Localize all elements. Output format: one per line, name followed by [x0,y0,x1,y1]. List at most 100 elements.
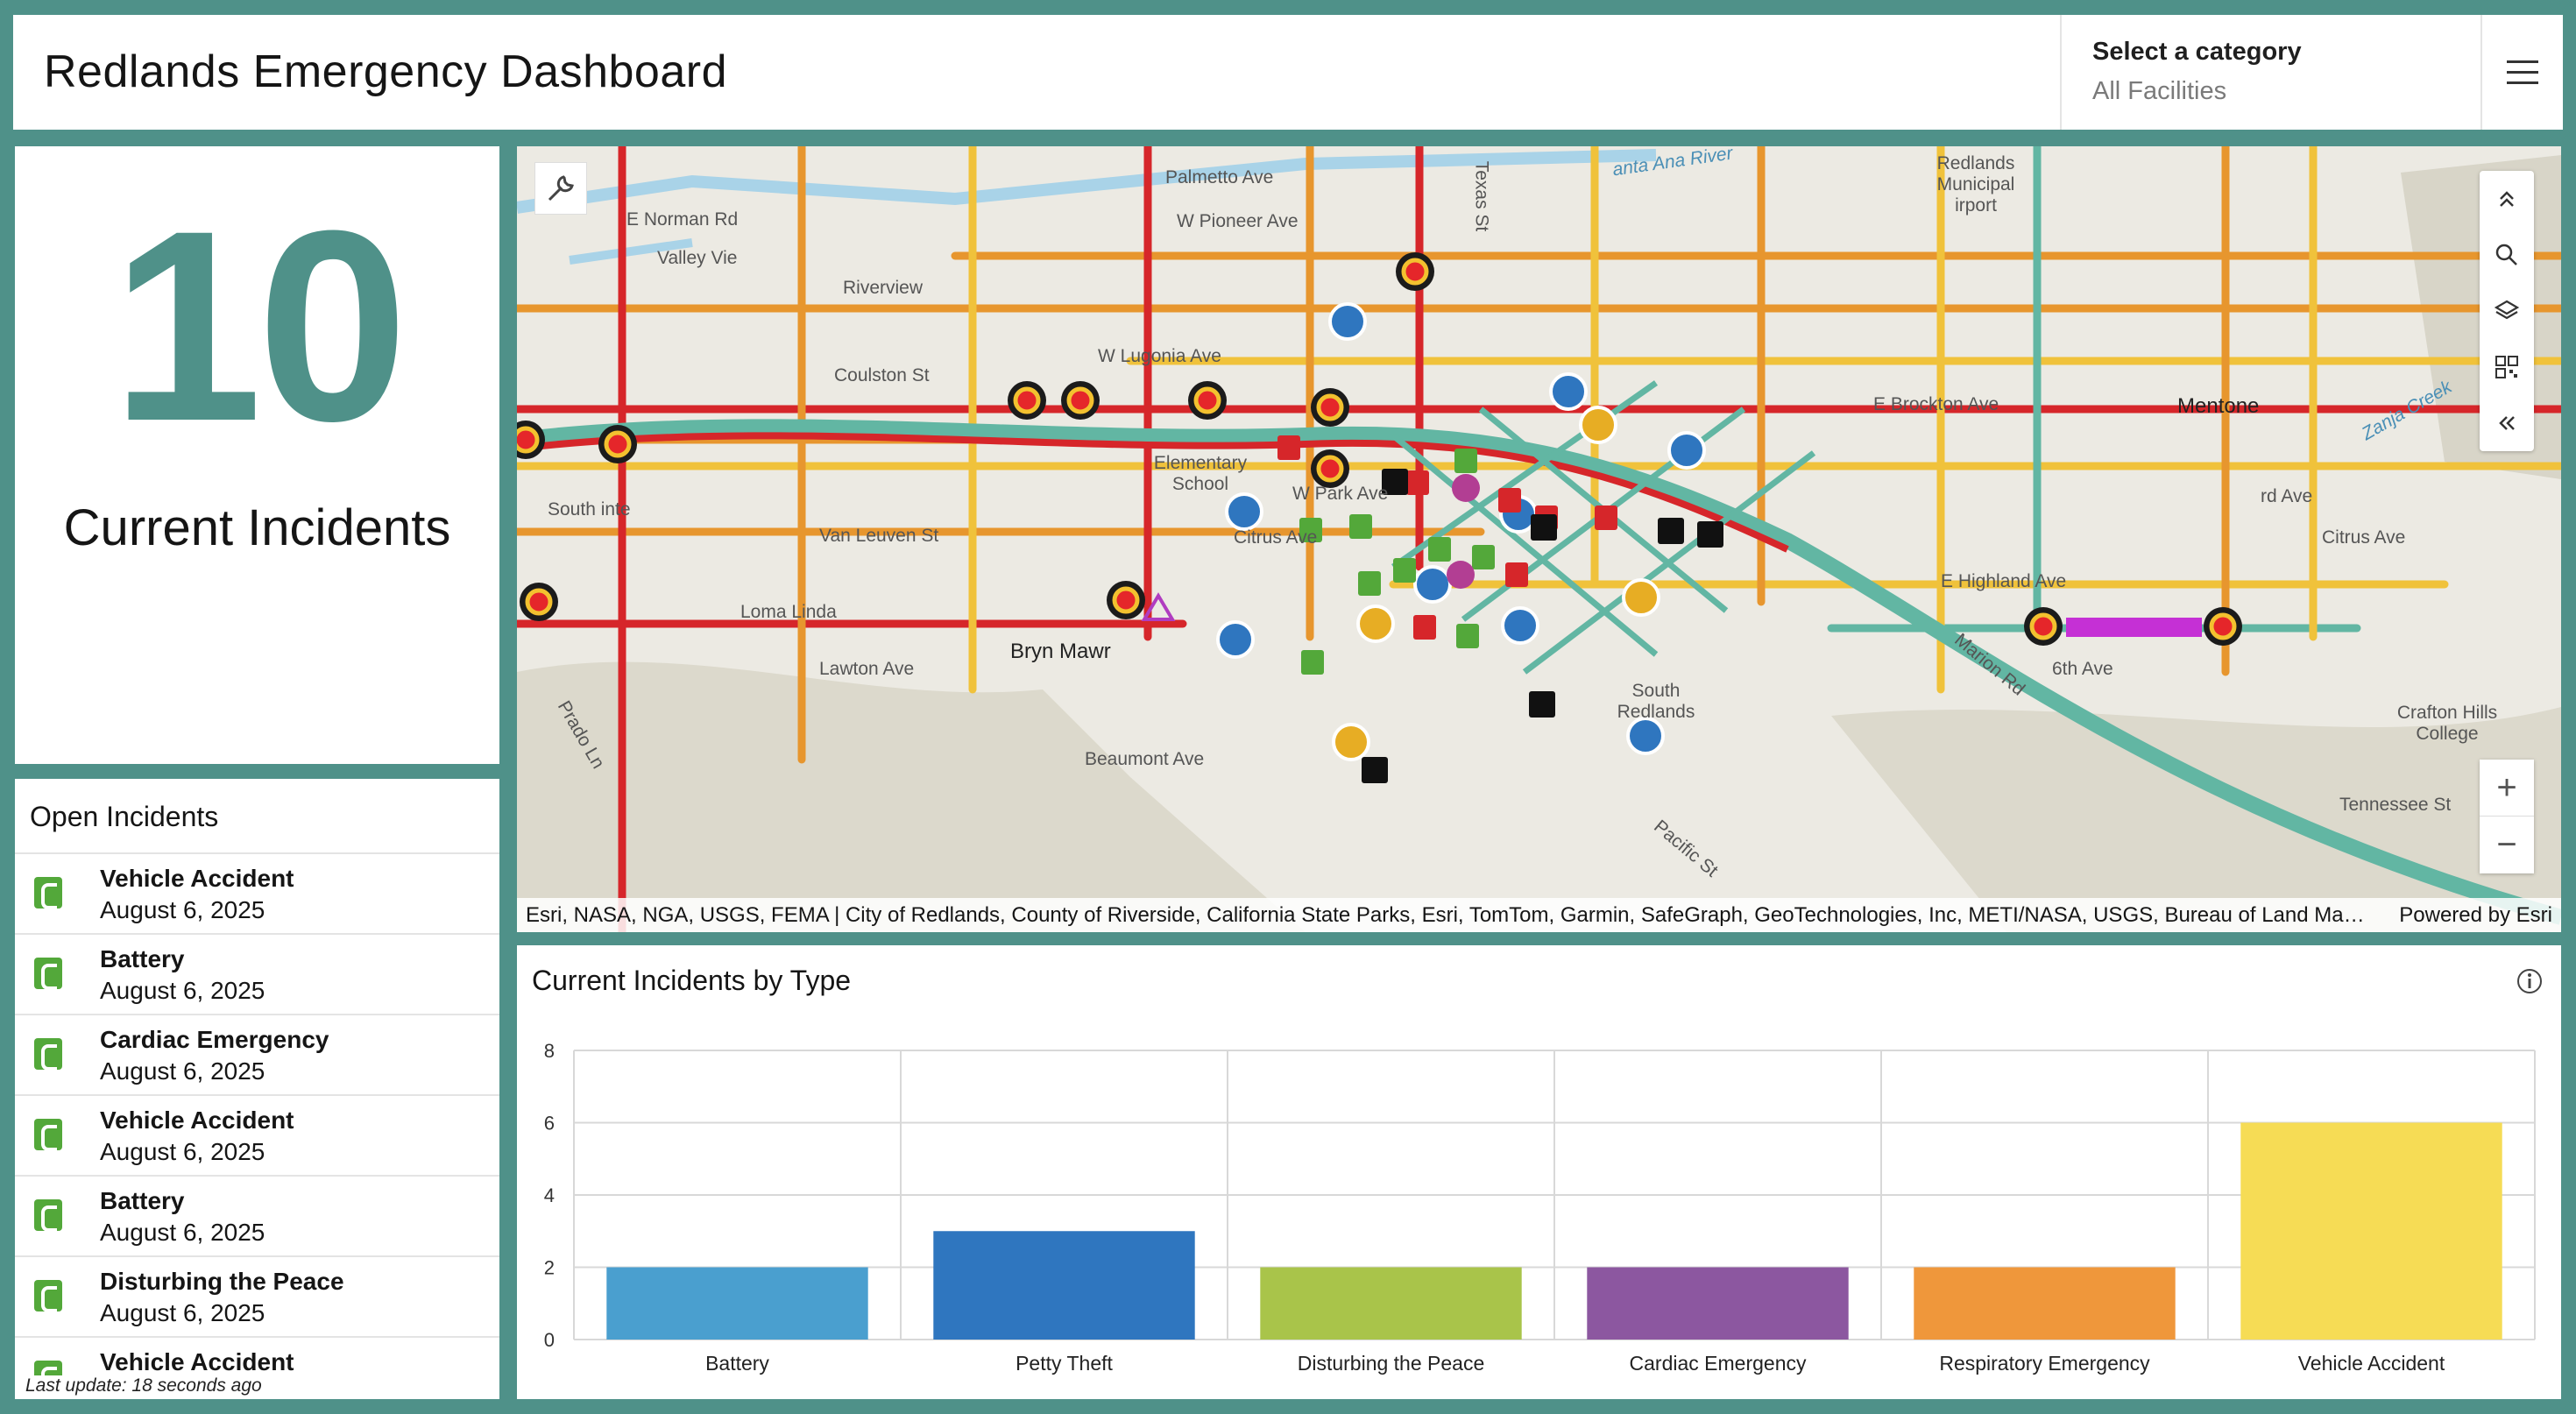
zoom-out-button[interactable]: − [2480,817,2534,873]
incident-count-label: Current Incidents [63,499,451,556]
bar[interactable] [606,1267,868,1340]
x-tick-label: Vehicle Accident [2298,1352,2445,1375]
y-tick-label: 4 [544,1184,555,1206]
zoom-in-button[interactable]: + [2480,760,2534,817]
map-tools-button[interactable] [534,162,587,215]
bar[interactable] [933,1231,1195,1340]
bar-chart: 0 2 4 6 8 Battery Petty Theft Disturbing the Pe… [544,1040,2536,1375]
qr-code-button[interactable] [2480,339,2534,395]
incident-type: Battery [100,1187,185,1214]
map-label: W Pioneer Ave [1177,211,1299,231]
map-label: Citrus Ave [1234,527,1318,548]
open-incidents-list: Open Incidents Vehicle Accident August 6,… [15,779,499,1399]
map-label: W Park Ave [1292,484,1389,504]
bar[interactable] [2240,1122,2502,1340]
map-label: Van Leuven St [819,526,939,546]
list-item[interactable]: Battery August 6, 2025 [15,935,499,1015]
x-tick-label: Respiratory Emergency [1939,1352,2150,1375]
collapse-left-button[interactable] [2480,395,2534,451]
y-tick-label: 8 [544,1040,555,1062]
search-icon [2495,244,2517,265]
open-incidents-title: Open Incidents [15,779,499,854]
list-item[interactable]: Cardiac Emergency August 6, 2025 [15,1015,499,1096]
bar[interactable] [1914,1267,2176,1340]
incident-type: Vehicle Accident [100,865,294,892]
phone-icon [34,1280,62,1312]
map-action-rail [2480,171,2534,451]
incident-date: August 6, 2025 [100,977,265,1004]
map-label: Valley Vie [657,248,738,268]
incident-map[interactable]: Palmetto Ave W Pioneer Ave E Norman Rd V… [517,146,2561,932]
bar[interactable] [1587,1267,1849,1340]
qr-code-icon [2495,356,2518,378]
chevrons-up-icon [2500,191,2514,207]
incident-type: Disturbing the Peace [100,1268,344,1295]
map-attribution: Esri, NASA, NGA, USGS, FEMA | City of Re… [517,898,2561,932]
list-item[interactable]: Vehicle Accident August 6, 2025 [15,1096,499,1177]
incident-date: August 6, 2025 [100,1299,265,1326]
incident-date: August 6, 2025 [100,896,265,923]
y-tick-label: 2 [544,1257,555,1279]
map-label: E Norman Rd [626,209,739,230]
map-label: Riverview [843,278,924,298]
incident-type: Vehicle Accident [100,1348,294,1375]
map-label: Elementary School [1153,453,1248,494]
map-label: Mentone [2177,394,2260,418]
x-tick-label: Cardiac Emergency [1630,1352,1807,1375]
map-label: Tennessee St [2339,795,2452,815]
y-tick-label: 6 [544,1113,555,1135]
map-label: E Brockton Ave [1873,394,1999,414]
phone-icon [34,1038,62,1071]
last-update-text: Last update: 18 seconds ago [22,1375,265,1396]
map-label: Coulston St [834,365,930,385]
incident-count-card: 10 Current Incidents [15,146,499,764]
menu-button[interactable] [2480,15,2563,130]
incident-type: Vehicle Accident [100,1106,294,1134]
category-selector-label: Select a category [2092,38,2302,66]
map-label: 6th Ave [2052,659,2113,679]
x-tick-label: Petty Theft [1016,1352,1113,1375]
search-button[interactable] [2480,227,2534,283]
app-header: Redlands Emergency Dashboard Select a ca… [13,15,2563,130]
bar[interactable] [1260,1267,1522,1340]
map-label: Crafton Hills College [2396,703,2498,744]
map-label: rd Ave [2261,486,2313,506]
map-label: South inte [548,499,631,520]
x-tick-label: Battery [705,1352,769,1375]
map-label: Lawton Ave [819,659,915,679]
map-label: Beaumont Ave [1085,749,1205,769]
incident-type: Cardiac Emergency [100,1026,329,1053]
y-tick-label: 0 [544,1329,555,1351]
map-label: Texas St [1471,160,1492,232]
map-label: Loma Linda [740,602,837,622]
incidents-by-type-chart-card: Current Incidents by Type 0 2 4 6 8 Battery Pe… [517,945,2561,1399]
powered-by-link[interactable]: Powered by Esri [2399,898,2552,932]
list-item[interactable]: Battery August 6, 2025 [15,1177,499,1257]
map-label: Bryn Mawr [1010,640,1111,663]
map-label: Citrus Ave [2322,527,2406,548]
incident-date: August 6, 2025 [100,1219,265,1246]
collapse-up-button[interactable] [2480,171,2534,227]
hamburger-menu-icon [2507,60,2538,84]
map-label: Palmetto Ave [1165,167,1274,187]
attribution-text: Esri, NASA, NGA, USGS, FEMA | City of Re… [526,903,2374,927]
wrench-icon [548,175,574,201]
category-selector[interactable]: Select a category All Facilities [2060,15,2480,130]
map-label: Redlands Municipal irport [1936,153,2015,216]
phone-icon [34,1119,62,1151]
map-label: W Lugonia Ave [1098,346,1221,366]
incident-type: Battery [100,945,185,972]
map-label: E Highland Ave [1941,571,2067,591]
layers-icon [2494,300,2520,320]
incident-date: August 6, 2025 [100,1138,265,1165]
incident-date: August 6, 2025 [100,1057,265,1085]
incident-count-value: 10 [111,173,408,477]
map-label: South Redlands [1617,681,1695,722]
zoom-controls: + − [2480,760,2534,873]
phone-icon [34,958,62,990]
chevrons-left-icon [2499,416,2515,430]
layers-button[interactable] [2480,283,2534,339]
list-item[interactable]: Vehicle Accident August 6, 2025 [15,854,499,935]
list-item[interactable]: Disturbing the Peace August 6, 2025 [15,1257,499,1338]
page-title: Redlands Emergency Dashboard [44,46,727,97]
